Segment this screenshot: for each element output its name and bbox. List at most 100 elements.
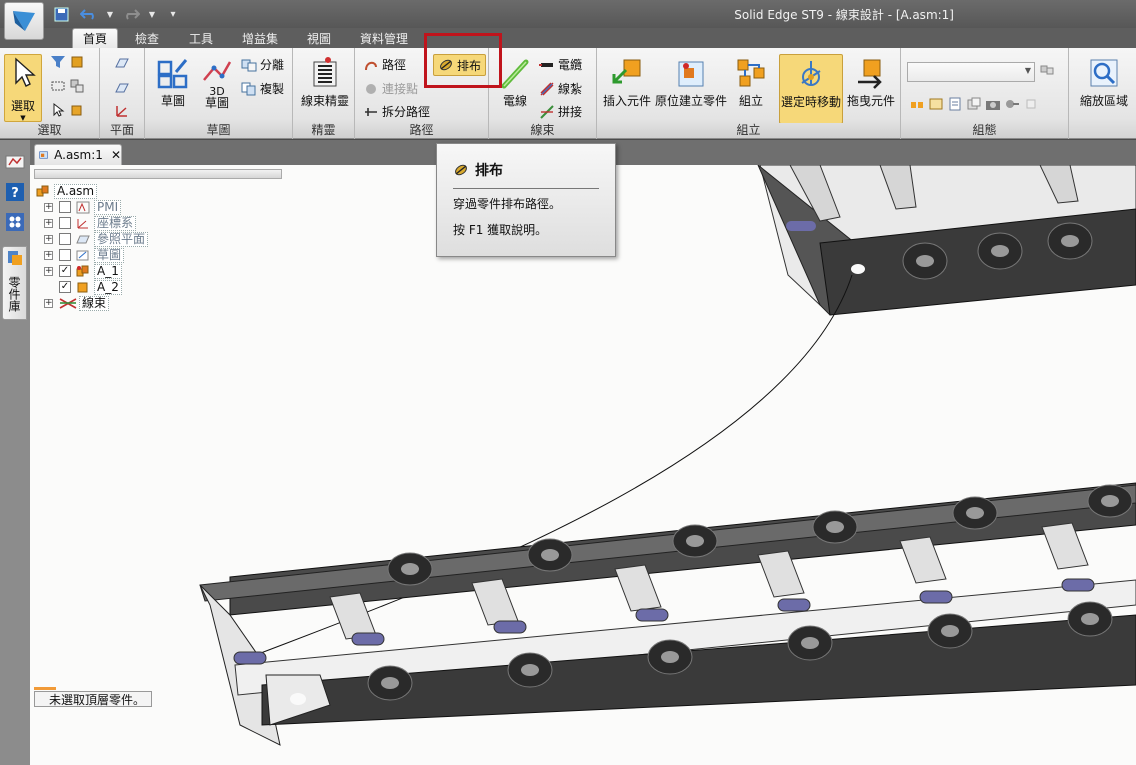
harness-wizard-button[interactable]: 線束精靈 — [297, 56, 353, 109]
cable-label: 電纜 — [558, 58, 583, 72]
tree-root-row[interactable]: A.asm — [36, 183, 98, 199]
tree-row-reference-planes[interactable]: + 參照平面 — [44, 231, 149, 247]
save-config-icon[interactable] — [928, 96, 944, 112]
cable-button[interactable]: 電纜 — [539, 56, 582, 73]
tab-inspect[interactable]: 檢查 — [124, 28, 170, 48]
zoom-area-label: 縮放區域 — [1079, 94, 1128, 108]
tree-row-a2[interactable]: ✓ A_2 — [59, 279, 122, 295]
expand-icon[interactable]: + — [44, 218, 53, 228]
filter-icon — [51, 56, 65, 68]
insert-component-icon — [612, 59, 641, 84]
strip-pathfinder-button[interactable] — [3, 150, 27, 174]
ribbon-tab-row: 首頁 檢查 工具 增益集 視圖 資料管理 — [0, 28, 1136, 48]
document-tab[interactable]: A.asm:1 ✕ — [34, 144, 122, 165]
group-select: 選取 ▼ 選取 — [0, 48, 100, 139]
select-more-button[interactable] — [50, 102, 88, 118]
redo-icon[interactable] — [120, 4, 142, 24]
zoom-area-button[interactable]: 縮放區域 — [1075, 56, 1133, 109]
sketches-checkbox[interactable] — [59, 249, 71, 261]
save-icon[interactable] — [50, 4, 72, 24]
connection-point-button[interactable]: 連接點 — [363, 80, 418, 97]
pathfinder-resize-handle[interactable] — [34, 169, 282, 179]
select-button[interactable]: 選取 ▼ — [4, 54, 42, 122]
tooltip-help-hint: 按 F1 獲取說明。 — [453, 223, 548, 237]
move-selected-button[interactable]: 選定時移動 — [779, 54, 843, 124]
path-button[interactable]: 路徑 — [363, 56, 406, 73]
strip-layers-button[interactable] — [3, 210, 27, 234]
undo-dropdown-icon[interactable]: ▼ — [106, 4, 114, 24]
pmi-checkbox[interactable] — [59, 201, 71, 213]
strip-help-button[interactable]: ? — [3, 180, 27, 204]
tab-add-ins[interactable]: 增益集 — [234, 28, 286, 48]
tree-row-coordinate-systems[interactable]: + 座標系 — [44, 215, 137, 231]
coordinate-system-button[interactable] — [114, 103, 133, 119]
bundle-button[interactable]: 線紮 — [539, 80, 582, 97]
select-cube-icon — [71, 105, 82, 116]
select-tools-button[interactable] — [50, 78, 88, 94]
wire-button[interactable]: 電線 — [499, 56, 531, 109]
tree-label-a2: A_2 — [94, 279, 122, 295]
tab-home[interactable]: 首頁 — [72, 28, 118, 48]
undo-icon[interactable] — [78, 4, 100, 24]
tab-tools[interactable]: 工具 — [178, 28, 224, 48]
sketch-node-icon — [76, 250, 89, 260]
create-in-place-button[interactable]: 原位建立零件 — [655, 56, 727, 109]
assemble-button[interactable]: 組立 — [733, 56, 769, 109]
reference-planes-checkbox[interactable] — [59, 233, 71, 245]
move-selected-label: 選定時移動 — [780, 95, 841, 109]
combo-dropdown-icon: ▼ — [1024, 66, 1031, 75]
coordinate-systems-checkbox[interactable] — [59, 217, 71, 229]
expand-icon[interactable]: + — [44, 202, 53, 212]
configuration-options-button[interactable] — [1039, 62, 1058, 78]
harness-node-icon — [59, 297, 77, 309]
a1-checkbox[interactable]: ✓ — [59, 265, 71, 277]
tree-row-sketches[interactable]: + 草圖 — [44, 247, 125, 263]
splice-button[interactable]: 拼接 — [539, 103, 582, 120]
title-bar: ▼ ▼ ▾ Solid Edge ST9 - 線束設計 - [A.asm:1] — [0, 0, 1136, 28]
expand-icon[interactable]: + — [44, 266, 53, 276]
svg-text:?: ? — [11, 186, 19, 201]
expand-icon[interactable]: + — [44, 298, 53, 308]
copy-button[interactable]: 複製 — [241, 80, 284, 97]
configuration-combo[interactable]: ▼ — [907, 62, 1035, 82]
wire-label: 電線 — [502, 94, 527, 108]
tab-data-management[interactable]: 資料管理 — [352, 28, 416, 48]
sketch-button[interactable]: 草圖 — [155, 56, 191, 109]
display-config-icon[interactable] — [909, 96, 925, 112]
drag-component-button[interactable]: 拖曳元件 — [845, 56, 897, 109]
close-tab-icon[interactable]: ✕ — [111, 148, 121, 162]
a2-checkbox[interactable]: ✓ — [59, 281, 71, 293]
parts-library-tab[interactable]: 零件庫 — [2, 246, 27, 320]
split-path-label: 拆分路徑 — [382, 105, 431, 119]
tree-row-a1[interactable]: + ✓ A_1 — [44, 263, 122, 279]
group-harness: 電線 電纜 線紮 拼接 線束 — [489, 48, 597, 139]
drag-component-icon — [858, 59, 882, 89]
config-properties-icon[interactable] — [947, 96, 963, 112]
wire-icon — [501, 59, 529, 89]
zone-icon[interactable] — [1004, 96, 1020, 112]
tree-row-harness[interactable]: + 線束 — [44, 295, 110, 311]
group-select-label: 選取 — [0, 123, 99, 138]
camera-icon[interactable] — [985, 96, 1001, 112]
tree-row-pmi[interactable]: + PMI — [44, 199, 122, 215]
sketch3d-button[interactable]: 3D 草圖 — [197, 56, 237, 110]
expand-icon[interactable]: + — [44, 234, 53, 244]
redo-dropdown-icon[interactable]: ▼ — [148, 4, 156, 24]
customize-qat-icon[interactable]: ▾ — [162, 4, 184, 24]
expand-icon[interactable]: + — [44, 250, 53, 260]
select-filter-button[interactable] — [50, 54, 88, 70]
plane-button[interactable] — [114, 56, 133, 72]
group-configurations-label: 組態 — [901, 123, 1068, 138]
split-path-button[interactable]: 拆分路徑 — [363, 103, 430, 120]
group-assemble: 插入元件 原位建立零件 組立 選定時移動 拖曳元件 組立 — [597, 48, 901, 139]
tree-label-coordinate-systems: 座標系 — [94, 215, 137, 231]
show-hide-icon[interactable] — [966, 96, 982, 112]
separate-button[interactable]: 分離 — [241, 56, 284, 73]
ribbon: 選取 ▼ 選取 平面 草圖 3D 草圖 分離 複製 草圖 線束精靈 精靈 路徑 … — [0, 48, 1136, 139]
plane-angle-button[interactable] — [114, 80, 133, 96]
config-disabled-icon[interactable] — [1023, 96, 1039, 112]
application-button[interactable] — [4, 2, 44, 40]
tab-view[interactable]: 視圖 — [296, 28, 342, 48]
insert-component-button[interactable]: 插入元件 — [601, 56, 653, 109]
tooltip-route-icon — [455, 164, 467, 176]
